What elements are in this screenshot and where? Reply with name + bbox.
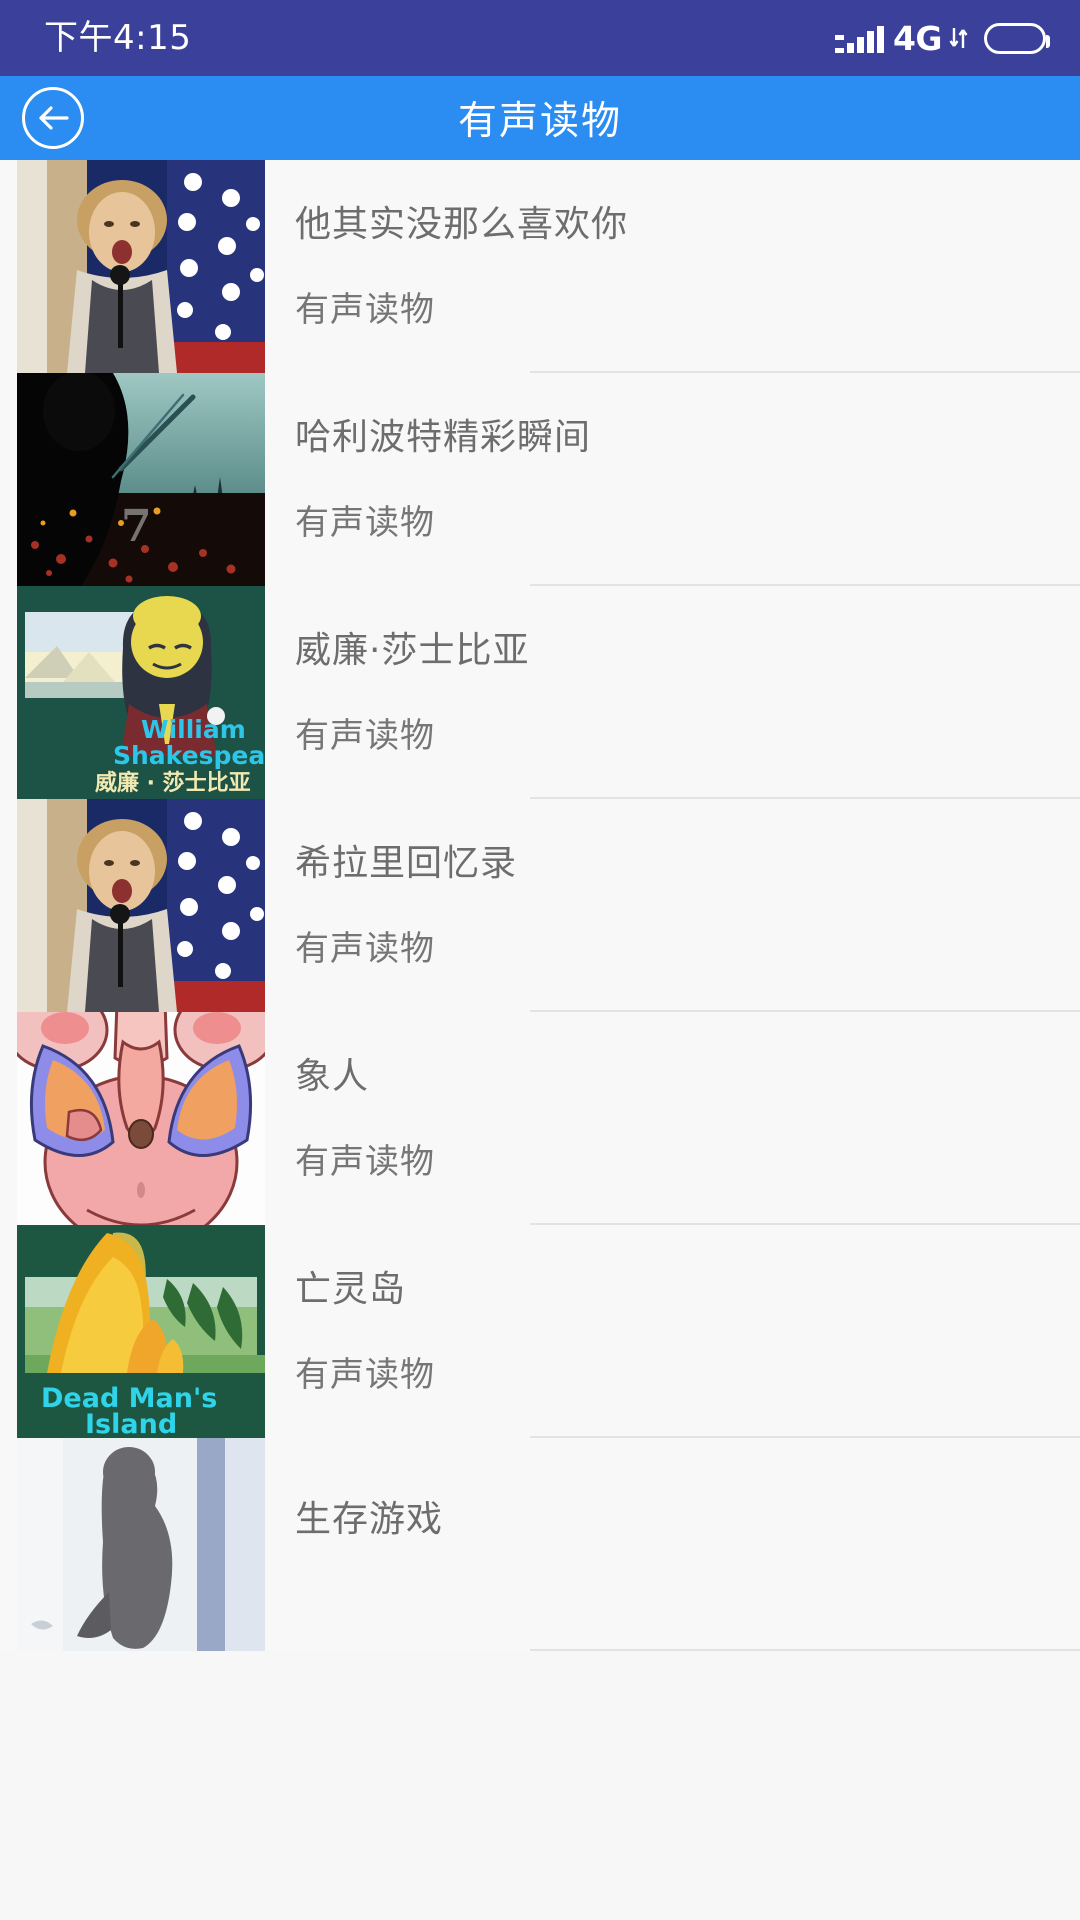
- thumbnail-survival-game: [17, 1438, 265, 1651]
- svg-text:Shakespeare: Shakespeare: [113, 741, 265, 770]
- list-item[interactable]: 7 哈利波特精彩瞬间 有声读物: [0, 373, 1080, 586]
- network-type-label: 4G: [892, 18, 943, 58]
- list-item-title: 生存游戏: [295, 1498, 444, 1540]
- list-item[interactable]: William Shakespeare 威廉 · 莎士比亚 威廉·莎士比亚 有声…: [0, 586, 1080, 799]
- svg-text:7: 7: [121, 501, 152, 552]
- page-title: 有声读物: [457, 99, 622, 144]
- thumbnail-container: William Shakespeare 威廉 · 莎士比亚: [0, 586, 265, 799]
- thumbnail-container: [0, 160, 265, 373]
- svg-text:Island: Island: [85, 1409, 177, 1438]
- thumbnail-container: Dead Man's Island: [0, 1225, 265, 1438]
- thumbnail-hillary-flag: [17, 799, 265, 1012]
- list-item-subtitle: 有声读物: [295, 502, 435, 543]
- list-item[interactable]: Dead Man's Island 亡灵岛 有声读物: [0, 1225, 1080, 1438]
- list-item-subtitle: 有声读物: [295, 289, 435, 330]
- signal-bars-icon: [834, 23, 884, 53]
- list-item-title: 威廉·莎士比亚: [295, 629, 530, 671]
- list-item[interactable]: 希拉里回忆录 有声读物: [0, 799, 1080, 1012]
- list-item[interactable]: 生存游戏: [0, 1438, 1080, 1651]
- list-item-text: 生存游戏: [265, 1438, 1080, 1651]
- thumbnail-hillary-flag: [17, 160, 265, 373]
- list-item-text: 他其实没那么喜欢你 有声读物: [265, 160, 1080, 373]
- audiobook-list: 他其实没那么喜欢你 有声读物 7 哈利波特精彩瞬间 有声读物 William S…: [0, 160, 1080, 1651]
- list-item-text: 象人 有声读物: [265, 1012, 1080, 1225]
- data-transfer-arrows-icon: [949, 24, 969, 52]
- list-item-title: 象人: [295, 1055, 370, 1097]
- thumbnail-container: [0, 1438, 265, 1651]
- list-item[interactable]: 他其实没那么喜欢你 有声读物: [0, 160, 1080, 373]
- battery-full-icon: [984, 22, 1050, 54]
- thumbnail-shakespeare: William Shakespeare 威廉 · 莎士比亚: [17, 586, 265, 799]
- list-item-title: 他其实没那么喜欢你: [295, 203, 629, 245]
- back-arrow-icon: [34, 103, 72, 133]
- list-item-subtitle: 有声读物: [295, 1354, 435, 1395]
- status-time: 下午4:15: [44, 18, 192, 58]
- list-item-text: 希拉里回忆录 有声读物: [265, 799, 1080, 1012]
- list-item-title: 哈利波特精彩瞬间: [295, 416, 592, 458]
- status-bar: 下午4:15 4G: [0, 0, 1080, 76]
- thumbnail-dead-mans-island: Dead Man's Island: [17, 1225, 265, 1438]
- list-item-title: 希拉里回忆录: [295, 842, 518, 884]
- svg-text:William: William: [141, 715, 246, 744]
- thumbnail-harry-potter: 7: [17, 373, 265, 586]
- thumbnail-container: [0, 799, 265, 1012]
- back-button[interactable]: [22, 87, 84, 149]
- svg-text:威廉 · 莎士比亚: 威廉 · 莎士比亚: [95, 770, 251, 796]
- list-item-subtitle: 有声读物: [295, 715, 435, 756]
- list-item-title: 亡灵岛: [295, 1268, 407, 1310]
- nav-bar: 有声读物: [0, 76, 1080, 160]
- row-divider: [530, 1649, 1080, 1651]
- status-indicators: 4G: [834, 18, 1050, 58]
- list-item-text: 哈利波特精彩瞬间 有声读物: [265, 373, 1080, 586]
- thumbnail-container: 7: [0, 373, 265, 586]
- thumbnail-elephant-man: [17, 1012, 265, 1225]
- list-item-text: 亡灵岛 有声读物: [265, 1225, 1080, 1438]
- list-item-subtitle: 有声读物: [295, 1141, 435, 1182]
- list-item-text: 威廉·莎士比亚 有声读物: [265, 586, 1080, 799]
- thumbnail-container: [0, 1012, 265, 1225]
- list-item[interactable]: 象人 有声读物: [0, 1012, 1080, 1225]
- list-item-subtitle: 有声读物: [295, 928, 435, 969]
